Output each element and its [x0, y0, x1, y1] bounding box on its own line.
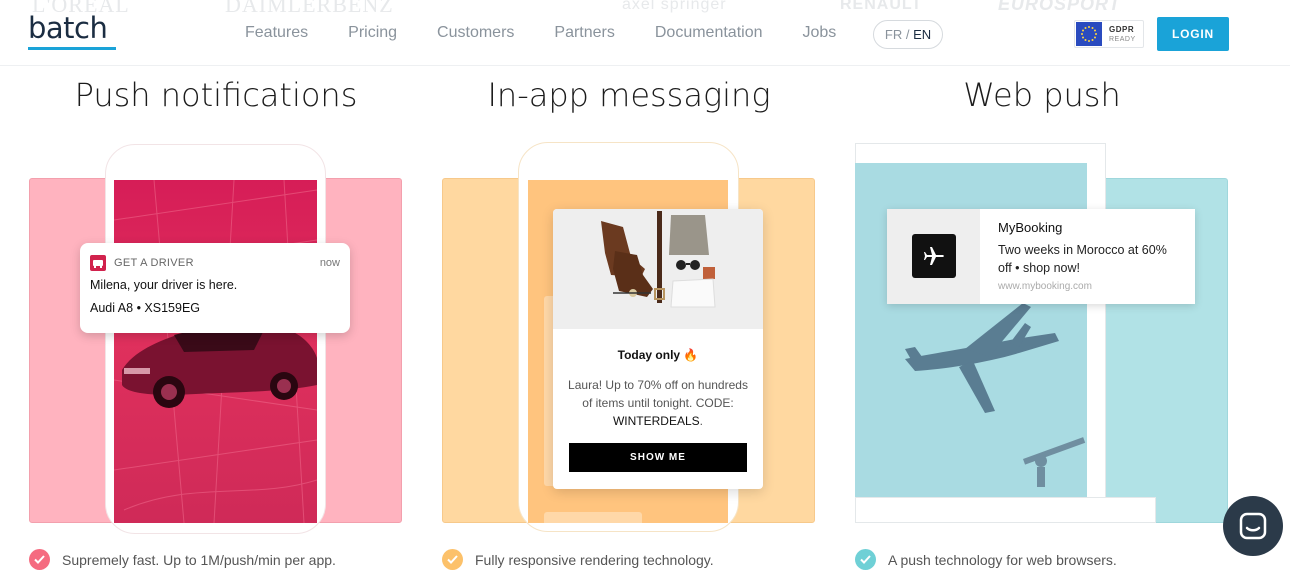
client-logo-daimler: DAIMLERBENZ [225, 0, 394, 17]
notification-time: now [319, 257, 340, 269]
logo-underline [28, 47, 116, 50]
feature-title-inapp: In-app messaging [487, 76, 771, 114]
web-notification-title: MyBooking [998, 220, 1063, 235]
show-me-button[interactable]: SHOW ME [569, 443, 747, 472]
notification-message: Milena, your driver is here. [90, 278, 238, 292]
main-nav: Features Pricing Customers Partners Docu… [245, 24, 876, 42]
car-app-icon [90, 255, 106, 271]
inapp-card-text: Laura! Up to 70% off on hundreds of item… [568, 378, 748, 410]
chat-launcher-button[interactable] [1223, 496, 1283, 556]
gdpr-sublabel: READY [1109, 36, 1136, 43]
nav-features[interactable]: Features [245, 24, 308, 42]
benefit-push: Supremely fast. Up to 1M/push/min per ap… [29, 549, 336, 570]
nav-customers[interactable]: Customers [437, 24, 514, 42]
nav-partners[interactable]: Partners [554, 24, 614, 42]
lang-fr[interactable]: FR [885, 27, 902, 42]
web-notification-body: Two weeks in Morocco at 60% off • shop n… [998, 243, 1167, 275]
airplane-icon [912, 234, 956, 278]
site-header: L'ORÉAL DAIMLERBENZ axel springer RENAUL… [0, 0, 1290, 66]
inapp-card-body: Laura! Up to 70% off on hundreds of item… [563, 376, 753, 430]
language-switcher[interactable]: FR / EN [873, 20, 943, 49]
client-logo-axel-springer: axel springer [622, 0, 727, 13]
eu-flag-icon [1076, 22, 1102, 46]
clothing-product-image [553, 209, 763, 329]
benefit-inapp: Fully responsive rendering technology. [442, 549, 714, 570]
client-logos-strip: L'ORÉAL DAIMLERBENZ axel springer RENAUL… [0, 0, 1290, 17]
nav-documentation[interactable]: Documentation [655, 24, 763, 42]
web-push-notification[interactable]: MyBooking Two weeks in Morocco at 60% of… [887, 209, 1195, 304]
inapp-message-card[interactable]: Today only 🔥 Laura! Up to 70% off on hun… [553, 209, 763, 489]
gdpr-badge[interactable]: GDPR READY [1074, 20, 1144, 48]
map-car-illustration [114, 180, 317, 523]
client-logo-renault: RENAULT [840, 0, 923, 13]
benefit-text: Supremely fast. Up to 1M/push/min per ap… [62, 551, 336, 568]
client-logo-eurosport: EUROSPORT [998, 0, 1121, 14]
push-notification-card[interactable]: GET A DRIVER now Milena, your driver is … [80, 243, 350, 333]
lang-en[interactable]: EN [913, 27, 931, 42]
gdpr-label: GDPR [1109, 25, 1135, 34]
batch-logo[interactable]: batch [28, 12, 116, 50]
benefit-text: A push technology for web browsers. [888, 551, 1117, 568]
lang-separator: / [902, 27, 914, 42]
trousers-icon [669, 215, 709, 255]
background-app-bar [544, 512, 642, 523]
feature-title-push: Push notifications [74, 76, 358, 114]
benefit-webpush: A push technology for web browsers. [855, 549, 1117, 570]
feature-title-webpush: Web push [963, 76, 1121, 114]
login-button[interactable]: LOGIN [1157, 17, 1229, 51]
promo-code-suffix: . [699, 414, 704, 428]
benefit-text: Fully responsive rendering technology. [475, 551, 714, 568]
check-icon [442, 549, 463, 570]
notification-detail: Audi A8 • XS159EG [90, 301, 201, 315]
web-notification-url: www.mybooking.com [998, 281, 1092, 292]
logo-text: batch [28, 11, 108, 45]
promo-code: WINTERDEALS [612, 414, 700, 428]
notification-app-name: GET A DRIVER [114, 257, 194, 269]
sunglasses-icon [676, 260, 700, 270]
boots-icon [601, 221, 653, 297]
check-icon [29, 549, 50, 570]
check-icon [855, 549, 876, 570]
shirt-icon [670, 278, 716, 308]
inapp-card-title: Today only 🔥 [617, 348, 699, 362]
chat-icon [1239, 512, 1267, 540]
nav-jobs[interactable]: Jobs [803, 24, 837, 42]
nav-pricing[interactable]: Pricing [348, 24, 397, 42]
notification-icon-area [887, 209, 980, 304]
push-phone-screen [114, 180, 317, 523]
browser-footer-bar [855, 497, 1156, 523]
